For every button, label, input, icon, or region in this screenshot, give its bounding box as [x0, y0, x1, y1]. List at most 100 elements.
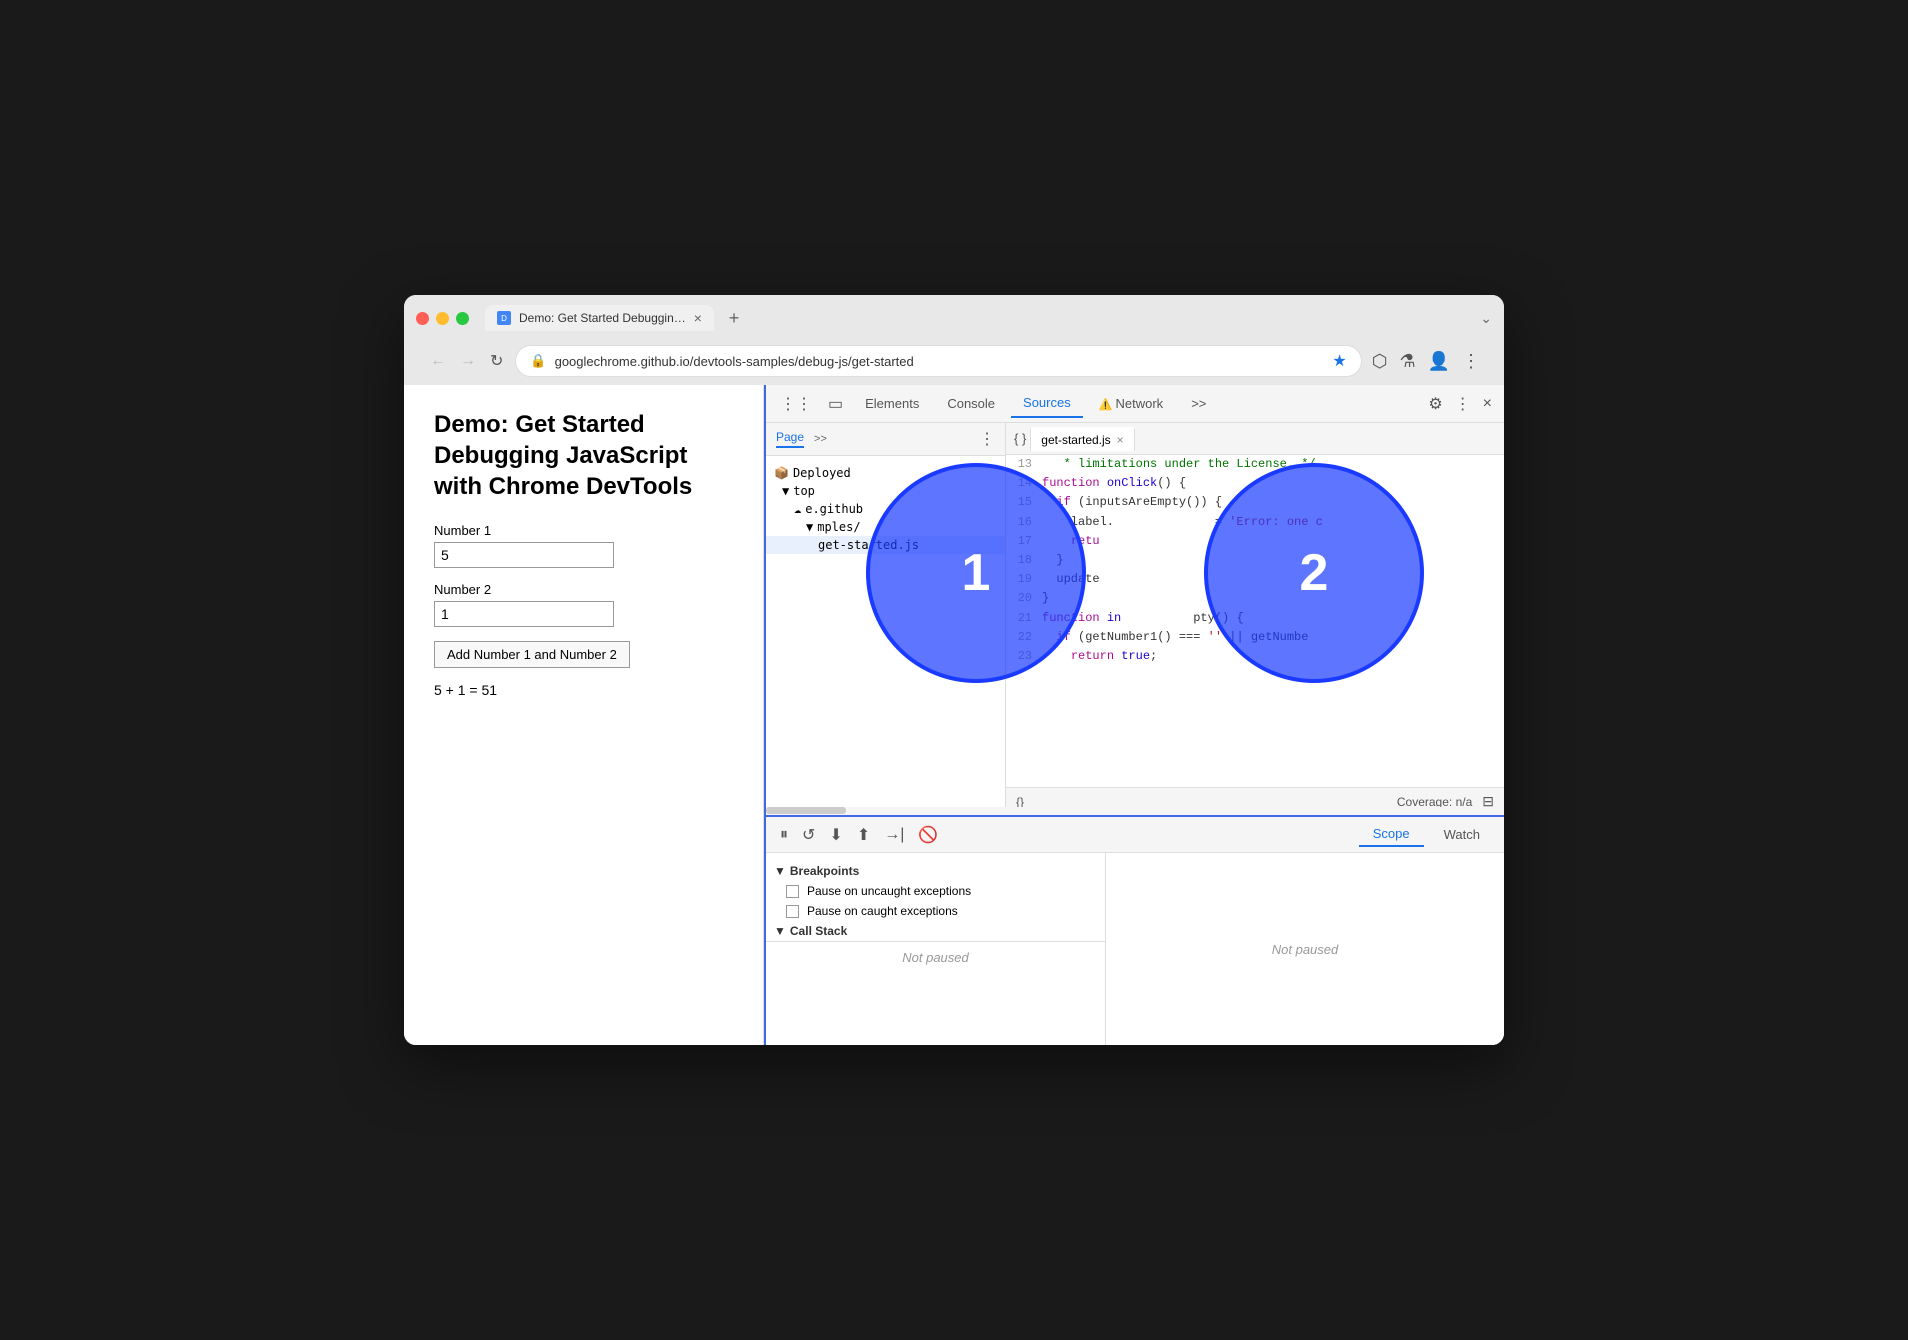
- code-line-16: 16 label. = 'Error: one c: [1006, 513, 1504, 532]
- traffic-lights: [416, 312, 469, 325]
- minimize-button[interactable]: [436, 312, 449, 325]
- url-bar[interactable]: 🔒 googlechrome.github.io/devtools-sample…: [515, 345, 1361, 377]
- line-code: label. = 'Error: one c: [1042, 513, 1504, 532]
- account-icon[interactable]: 👤: [1428, 351, 1450, 372]
- tree-item-deployed[interactable]: 📦 Deployed: [766, 464, 1005, 482]
- maximize-button[interactable]: [456, 312, 469, 325]
- browser-tab-active[interactable]: D Demo: Get Started Debuggin… ×: [485, 305, 714, 331]
- line-code: function onClick() {: [1042, 474, 1504, 493]
- lab-icon[interactable]: ⚗: [1399, 351, 1415, 372]
- result-text: 5 + 1 = 51: [434, 682, 733, 698]
- code-line-13: 13 * limitations under the License. */: [1006, 455, 1504, 474]
- line-code: if (inputsAreEmpty()) {: [1042, 493, 1504, 512]
- line-number: 22: [1006, 628, 1042, 647]
- tab-close-button[interactable]: ×: [694, 311, 702, 325]
- devtools-close-button[interactable]: ×: [1479, 391, 1496, 417]
- breakpoints-label: Breakpoints: [790, 864, 859, 878]
- add-button[interactable]: Add Number 1 and Number 2: [434, 641, 630, 668]
- folder-open-icon: ▼: [806, 520, 813, 534]
- devtools-topbar: ⋮⋮ ▭ Elements Console Sources Network >>…: [766, 385, 1504, 423]
- extensions-icon[interactable]: ⬡: [1372, 351, 1388, 372]
- call-stack-label: Call Stack: [790, 924, 847, 938]
- tree-item-getstarted[interactable]: get-started.js: [766, 536, 1005, 554]
- breakpoint-uncaught-checkbox[interactable]: [786, 885, 799, 898]
- call-stack-section-header[interactable]: ▼ Call Stack: [766, 921, 1105, 941]
- not-paused-bottom: Not paused: [766, 941, 1105, 973]
- tab-title: Demo: Get Started Debuggin…: [519, 311, 686, 325]
- sources-area-wrapper: Page >> ⋮ 📦 Deployed ▼: [766, 423, 1504, 815]
- tab-scope[interactable]: Scope: [1359, 822, 1424, 847]
- tab-network[interactable]: Network: [1087, 390, 1175, 417]
- code-line-17: 17 retu: [1006, 532, 1504, 551]
- line-number: 15: [1006, 493, 1042, 512]
- code-line-14: 14 function onClick() {: [1006, 474, 1504, 493]
- tab-watch[interactable]: Watch: [1430, 823, 1494, 846]
- toolbar-icons: ⬡ ⚗ 👤 ⋮: [1372, 351, 1480, 372]
- tree-item-github[interactable]: ☁ e.github: [766, 500, 1005, 518]
- file-tree-more-icon[interactable]: >>: [814, 433, 827, 445]
- code-line-20: 20 }: [1006, 589, 1504, 608]
- title-bar: D Demo: Get Started Debuggin… × + ⌄: [416, 305, 1492, 331]
- debugger-toolbar: ⏸ ↺ ⬇ ⬆ →| 🚫 Scope Watch: [766, 817, 1504, 853]
- tree-item-samples[interactable]: ▼ mples/: [766, 518, 1005, 536]
- line-number: 18: [1006, 551, 1042, 570]
- number1-label: Number 1: [434, 523, 733, 538]
- file-tree-scroll-thumb: [766, 807, 846, 814]
- new-tab-button[interactable]: +: [722, 306, 746, 330]
- not-paused-right: Not paused: [1106, 853, 1504, 1045]
- line-code: if (getNumber1() === '' || getNumbe: [1042, 628, 1504, 647]
- step-out-button[interactable]: ⬆: [853, 823, 874, 847]
- tree-item-label: top: [793, 484, 815, 498]
- code-line-18: 18 }: [1006, 551, 1504, 570]
- code-area[interactable]: 13 * limitations under the License. */ 1…: [1006, 455, 1504, 787]
- code-line-21: 21 function in pty() {: [1006, 609, 1504, 628]
- address-bar: ← → ↻ 🔒 googlechrome.github.io/devtools-…: [416, 339, 1492, 385]
- back-button[interactable]: ←: [428, 350, 448, 372]
- tab-elements[interactable]: Elements: [853, 390, 931, 417]
- tree-item-label: mples/: [817, 520, 860, 534]
- pause-button[interactable]: ⏸: [776, 824, 792, 846]
- cloud-icon: ☁: [794, 502, 801, 516]
- forward-button[interactable]: →: [458, 350, 478, 372]
- step-into-button[interactable]: ⬇: [825, 823, 846, 847]
- breakpoint-caught-label: Pause on caught exceptions: [807, 904, 958, 918]
- breakpoint-item-uncaught: Pause on uncaught exceptions: [766, 881, 1105, 901]
- devtools-more-icon[interactable]: ⋮: [1451, 390, 1475, 418]
- code-line-22: 22 if (getNumber1() === '' || getNumbe: [1006, 628, 1504, 647]
- breakpoints-section-header[interactable]: ▼ Breakpoints: [766, 861, 1105, 881]
- tab-more[interactable]: >>: [1179, 390, 1218, 417]
- code-tab-close-button[interactable]: ×: [1117, 433, 1124, 447]
- line-number: 14: [1006, 474, 1042, 493]
- close-button[interactable]: [416, 312, 429, 325]
- file-tree-tab-page[interactable]: Page: [776, 430, 804, 448]
- tree-item-top[interactable]: ▼ top: [766, 482, 1005, 500]
- tab-dropdown-icon[interactable]: ⌄: [1480, 310, 1492, 327]
- step-over-button[interactable]: ↺: [798, 823, 819, 847]
- folder-triangle-icon: ▼: [782, 484, 789, 498]
- menu-icon[interactable]: ⋮: [1462, 351, 1480, 372]
- line-code: * limitations under the License. */: [1042, 455, 1504, 474]
- file-tree-scrollbar[interactable]: [766, 807, 1006, 815]
- code-tab-bar: { } get-started.js ×: [1006, 423, 1504, 455]
- device-mode-button[interactable]: ▭: [822, 390, 849, 418]
- tree-item-label: Deployed: [793, 466, 851, 480]
- step-button[interactable]: →|: [880, 824, 908, 846]
- number1-input[interactable]: [434, 542, 614, 568]
- tab-console[interactable]: Console: [935, 390, 1007, 417]
- inspect-element-button[interactable]: ⋮⋮: [774, 390, 818, 418]
- number2-input[interactable]: [434, 601, 614, 627]
- tab-sources[interactable]: Sources: [1011, 389, 1083, 418]
- page-content: Demo: Get Started Debugging JavaScript w…: [404, 385, 764, 1045]
- file-tree-menu-icon[interactable]: ⋮: [979, 429, 995, 449]
- deactivate-breakpoints-button[interactable]: 🚫: [914, 823, 942, 847]
- code-tab-label: get-started.js: [1041, 433, 1110, 447]
- bookmark-icon[interactable]: ★: [1332, 351, 1346, 371]
- file-tree-body: 📦 Deployed ▼ top ☁ e.github: [766, 456, 1005, 815]
- code-tab-getstarted[interactable]: get-started.js ×: [1030, 427, 1134, 451]
- breakpoint-item-caught: Pause on caught exceptions: [766, 901, 1105, 921]
- reload-button[interactable]: ↻: [488, 349, 505, 373]
- number2-label: Number 2: [434, 582, 733, 597]
- deployed-icon: 📦: [774, 466, 789, 480]
- settings-gear-icon[interactable]: ⚙: [1424, 390, 1446, 418]
- breakpoint-caught-checkbox[interactable]: [786, 905, 799, 918]
